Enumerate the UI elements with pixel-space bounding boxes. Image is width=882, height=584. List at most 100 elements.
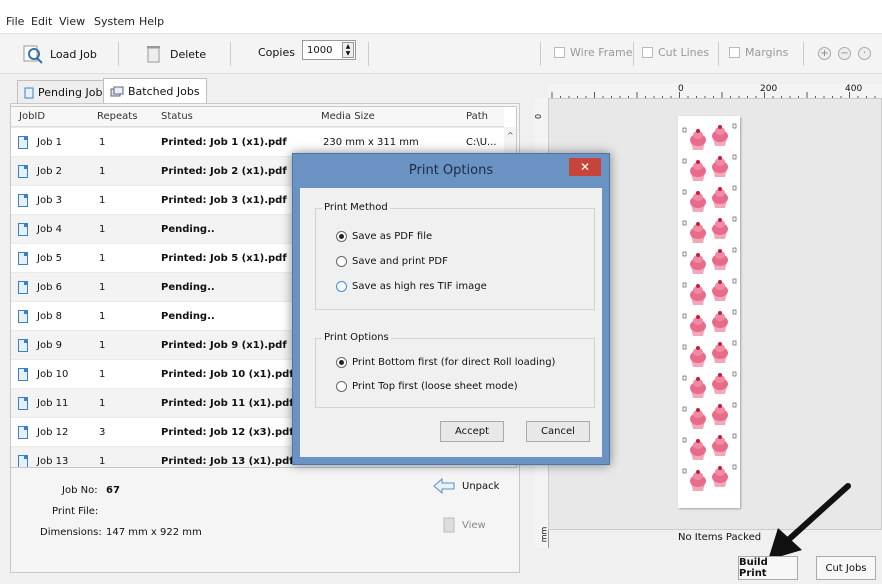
- menu-edit[interactable]: Edit: [31, 15, 52, 28]
- cell-repeats: 1: [99, 311, 106, 322]
- copies-stepper[interactable]: 1000 ▲ ▼: [302, 40, 356, 60]
- cell-media-size: 230 mm x 311 mm: [323, 137, 419, 148]
- radio-bottom-first[interactable]: Print Bottom first (for direct Roll load…: [336, 357, 555, 368]
- separator: [368, 42, 369, 66]
- separator: [230, 42, 231, 66]
- tab-batched-jobs[interactable]: Batched Jobs: [103, 78, 207, 104]
- cupcake-image: [712, 280, 728, 301]
- unpack-button[interactable]: Unpack: [432, 477, 499, 495]
- copies-value: 1000: [307, 45, 333, 56]
- cell-repeats: 1: [99, 456, 106, 467]
- column-header-repeats[interactable]: Repeats: [97, 107, 137, 127]
- column-header-media-size[interactable]: Media Size: [321, 107, 375, 127]
- cut-jobs-button[interactable]: Cut Jobs: [816, 556, 876, 580]
- dimensions-label: Dimensions:: [40, 527, 102, 538]
- ruler-unit: mm: [539, 526, 549, 543]
- radio-save-tif[interactable]: Save as high res TIF image: [336, 281, 487, 292]
- zoom-fit-icon[interactable]: ·: [858, 47, 871, 60]
- margins-checkbox[interactable]: Margins: [729, 46, 788, 59]
- cell-status: Printed: Job 2 (x1).pdf: [161, 166, 287, 177]
- ruler-tick-400: 400: [845, 84, 863, 94]
- cell-status: Printed: Job 11 (x1).pdf: [161, 398, 294, 409]
- cell-jobid: Job 8: [37, 311, 62, 322]
- separator: [803, 42, 804, 66]
- cell-jobid: Job 13: [37, 456, 69, 467]
- cupcake-image: [690, 160, 706, 181]
- job-no-label: Job No:: [62, 485, 98, 496]
- radio-label: Save and print PDF: [352, 256, 448, 267]
- table-header: [11, 107, 504, 127]
- cell-status: Printed: Job 12 (x3).pdf: [161, 427, 294, 438]
- cupcake-image: [712, 125, 728, 146]
- radio-save-print-pdf[interactable]: Save and print PDF: [336, 256, 448, 267]
- wire-frame-label: Wire Frame: [570, 46, 633, 59]
- zoom-in-icon[interactable]: +: [818, 47, 831, 60]
- cupcake-image: [690, 129, 706, 150]
- scroll-up-icon[interactable]: ^: [507, 131, 514, 140]
- cell-status: Printed: Job 5 (x1).pdf: [161, 253, 287, 264]
- table-row[interactable]: Job 1 1 Printed: Job 1 (x1).pdf 230 mm x 31…: [11, 127, 504, 156]
- close-icon[interactable]: ✕: [569, 158, 601, 176]
- document-icon: [18, 165, 28, 178]
- radio-label: Save as PDF file: [352, 231, 433, 242]
- document-icon: [18, 223, 28, 236]
- cupcake-image: [690, 315, 706, 336]
- cupcake-image: [690, 191, 706, 212]
- menu-system[interactable]: System: [94, 15, 135, 28]
- document-icon: [18, 194, 28, 207]
- cupcake-image: [712, 156, 728, 177]
- separator: [118, 42, 119, 66]
- radio-save-pdf[interactable]: Save as PDF file: [336, 231, 432, 242]
- ruler-tick-200: 200: [760, 84, 778, 94]
- print-file-label: Print File:: [52, 506, 99, 517]
- document-icon: [18, 136, 28, 149]
- magnifier-icon: [23, 45, 43, 64]
- cut-lines-label: Cut Lines: [658, 46, 710, 59]
- menu-file[interactable]: File: [6, 15, 24, 28]
- menu-view[interactable]: View: [59, 15, 85, 28]
- menu-bar: File Edit View System Help: [0, 0, 882, 34]
- document-icon: [18, 455, 28, 467]
- ruler-left-zero: 0: [534, 113, 544, 120]
- unpack-label: Unpack: [462, 480, 500, 492]
- cell-jobid: Job 3: [37, 195, 62, 206]
- column-header-jobid[interactable]: JobID: [19, 107, 45, 127]
- cancel-button[interactable]: Cancel: [526, 421, 590, 442]
- radio-label: Print Bottom first (for direct Roll load…: [352, 357, 556, 368]
- column-header-status[interactable]: Status: [161, 107, 193, 127]
- separator: [718, 42, 719, 66]
- column-header-path[interactable]: Path: [466, 107, 488, 127]
- cell-repeats: 1: [99, 282, 106, 293]
- accept-button[interactable]: Accept: [440, 421, 504, 442]
- document-icon: [18, 252, 28, 265]
- cupcake-image: [712, 373, 728, 394]
- radio-top-first[interactable]: Print Top first (loose sheet mode): [336, 381, 518, 392]
- cupcake-image: [690, 346, 706, 367]
- cupcake-image: [712, 218, 728, 239]
- dimensions-value: 147 mm x 922 mm: [106, 527, 202, 538]
- radio-label: Print Top first (loose sheet mode): [352, 381, 518, 392]
- tab-pending-jobs[interactable]: Pending Jobs: [17, 80, 116, 104]
- delete-button[interactable]: Delete: [144, 39, 206, 69]
- menu-help[interactable]: Help: [139, 15, 164, 28]
- cell-repeats: 1: [99, 137, 106, 148]
- cut-lines-checkbox[interactable]: Cut Lines: [642, 46, 709, 59]
- cell-jobid: Job 10: [37, 369, 69, 380]
- stepper-arrows-icon[interactable]: ▲ ▼: [342, 42, 354, 58]
- cell-status: Pending..: [161, 311, 215, 322]
- print-options-legend: Print Options: [322, 332, 391, 343]
- tab-pending-label: Pending Jobs: [38, 86, 109, 99]
- cell-jobid: Job 2: [37, 166, 62, 177]
- cupcake-image: [690, 284, 706, 305]
- cell-status: Printed: Job 1 (x1).pdf: [161, 137, 287, 148]
- load-job-button[interactable]: Load Job: [22, 39, 97, 69]
- view-button[interactable]: View: [442, 516, 486, 534]
- radio-icon: [336, 357, 347, 368]
- build-print-button[interactable]: Build Print: [738, 556, 798, 580]
- delete-label: Delete: [170, 47, 207, 61]
- view-label: View: [462, 519, 486, 531]
- radio-label: Save as high res TIF image: [352, 281, 487, 292]
- wire-frame-checkbox[interactable]: Wire Frame: [554, 46, 633, 59]
- cell-jobid: Job 9: [37, 340, 62, 351]
- zoom-out-icon[interactable]: −: [838, 47, 851, 60]
